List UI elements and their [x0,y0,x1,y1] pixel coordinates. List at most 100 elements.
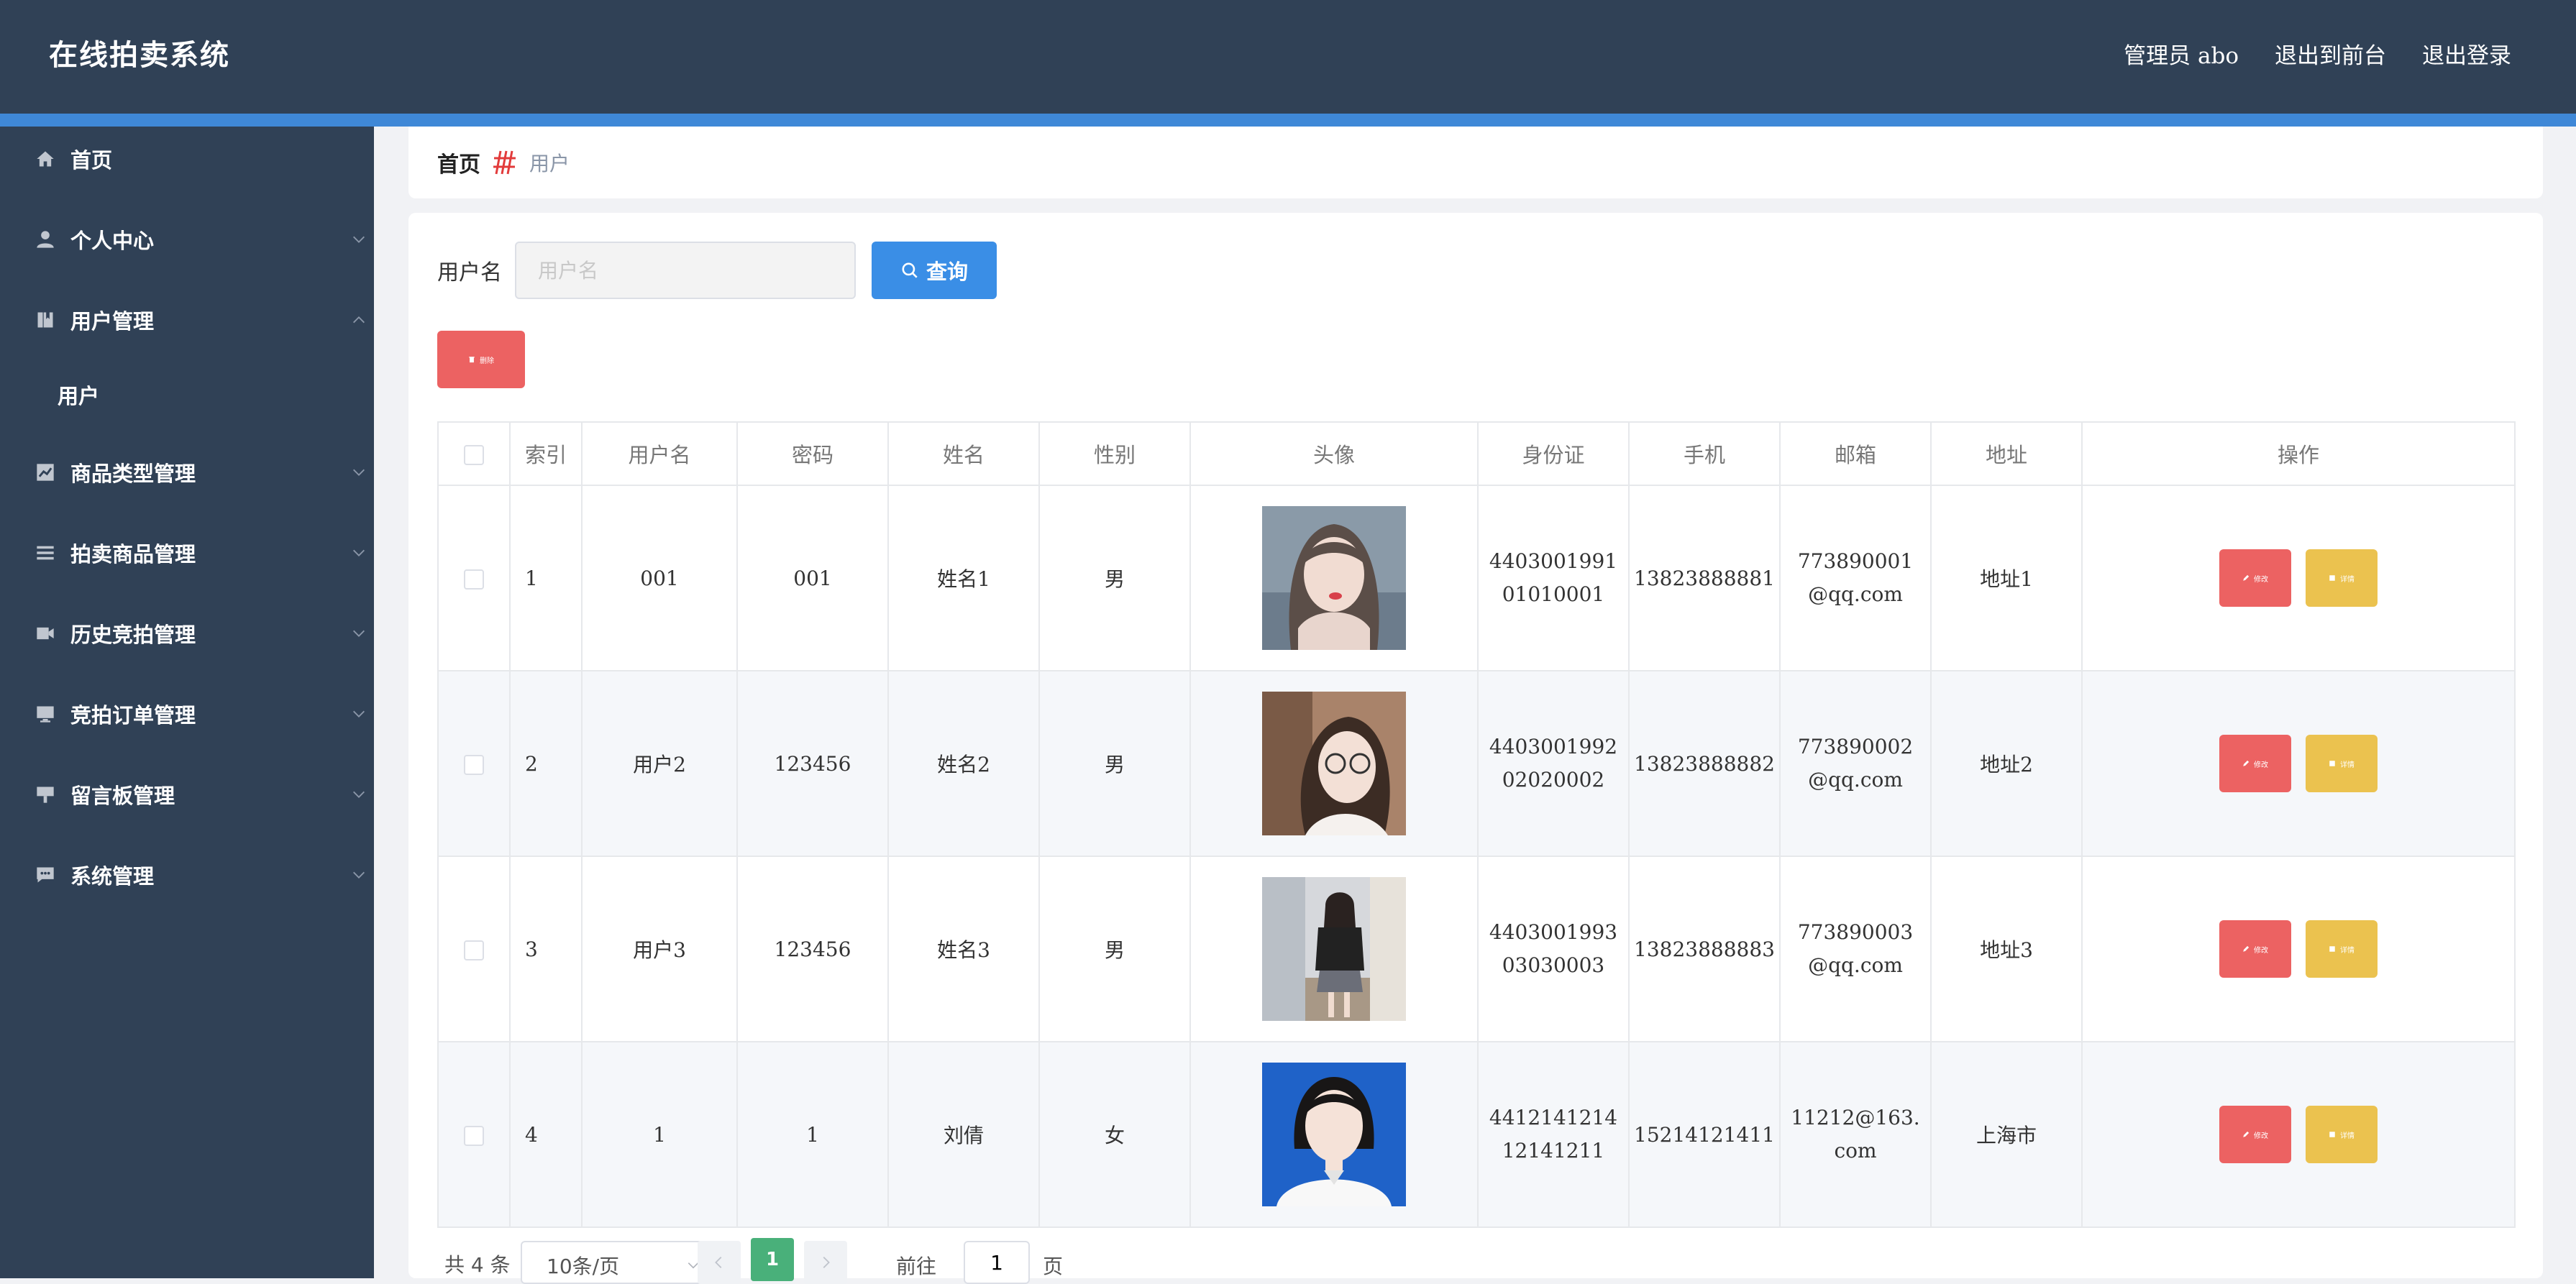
search-icon [902,262,918,278]
pagination: 共 4 条 10条/页 1 前往 页 [437,1238,1300,1284]
row-select-cell[interactable] [437,670,511,857]
cell-password: 123456 [736,856,889,1042]
cell-avatar [1189,485,1479,671]
detail-button[interactable]: 详情 [2306,920,2378,978]
breadcrumb: 首页 用户 [408,127,2543,198]
home-icon [35,148,56,170]
row-checkbox[interactable] [464,1126,484,1146]
cell-actions: 修改 详情 [2081,1041,2516,1228]
detail-button-label: 详情 [2340,946,2355,955]
sidebar-item-personal-center[interactable]: 个人中心 [0,207,374,272]
cell-email: 773890001@qq.com [1779,485,1932,671]
cell-username: 1 [581,1041,738,1228]
sidebar-item-bid-history-management[interactable]: 历史竞拍管理 [0,601,374,666]
select-all-checkbox[interactable] [464,445,484,465]
chart-icon [35,462,56,483]
column-header: 索引 [509,421,583,486]
admin-user-label[interactable]: 管理员 abo [2124,37,2239,70]
delete-icon [469,357,475,363]
cell-username: 用户3 [581,856,738,1042]
column-header: 地址 [1930,421,2083,486]
cell-email: 773890003@qq.com [1779,856,1932,1042]
breadcrumb-home[interactable]: 首页 [437,147,480,178]
row-checkbox[interactable] [464,940,484,960]
detail-button[interactable]: 详情 [2306,549,2378,607]
detail-button[interactable]: 详情 [2306,1106,2378,1163]
avatar [1262,1063,1406,1206]
cell-address: 地址2 [1930,670,2083,857]
column-header: 操作 [2081,421,2516,486]
row-select-cell[interactable] [437,856,511,1042]
cell-phone: 15214121411 [1628,1041,1781,1228]
sidebar-item-home[interactable]: 首页 [0,127,374,191]
cell-password: 001 [736,485,889,671]
header-accent-line [0,114,2576,127]
page-number-current[interactable]: 1 [751,1238,794,1281]
row-select-cell[interactable] [437,485,511,671]
query-button[interactable]: 查询 [872,242,997,299]
edit-button-label: 修改 [2254,946,2268,955]
cell-name: 姓名2 [887,670,1040,857]
bookmark-icon [35,309,56,331]
list-icon [35,542,56,564]
users-table: 索引 用户名 密码 姓名 性别 头像 身份证 手机 邮箱 地址 操作 1 001… [437,421,2516,1228]
sidebar-item-product-type-management[interactable]: 商品类型管理 [0,440,374,505]
cell-name: 姓名1 [887,485,1040,671]
monitor-icon [35,703,56,725]
logout-link[interactable]: 退出登录 [2422,37,2511,70]
cell-avatar [1189,856,1479,1042]
column-header: 姓名 [887,421,1040,486]
cell-email: 11212@163.com [1779,1041,1932,1228]
sidebar-item-user-management[interactable]: 用户管理 [0,288,374,352]
detail-button[interactable]: 详情 [2306,735,2378,792]
page-size-select[interactable]: 10条/页 [521,1241,712,1284]
username-search-input[interactable] [515,242,856,299]
sidebar-item-label: 首页 [70,148,113,173]
select-all-header[interactable] [437,421,511,486]
batch-delete-button[interactable]: 删除 [437,331,525,388]
detail-button-label: 详情 [2340,575,2355,584]
sidebar-item-label: 用户管理 [70,309,155,334]
sidebar-item-auction-product-management[interactable]: 拍卖商品管理 [0,521,374,585]
cell-phone: 13823888883 [1628,856,1781,1042]
detail-icon [2329,761,2335,766]
detail-button-label: 详情 [2340,1132,2355,1140]
table-row: 4 1 1 刘倩 女 441214121412141211 1521412141… [437,1041,2516,1228]
sidebar: 首页 个人中心 用户管理 用户 商品类型管理 拍卖商品管理 历史竞拍管理 竞拍订… [0,127,374,1278]
row-checkbox[interactable] [464,569,484,590]
cell-gender: 女 [1038,1041,1191,1228]
edit-button[interactable]: 修改 [2219,549,2291,607]
sidebar-subitem-users[interactable]: 用户 [0,362,374,427]
sidebar-item-label: 历史竞拍管理 [70,623,196,647]
avatar [1262,506,1406,650]
sidebar-item-label: 个人中心 [70,229,155,253]
film-icon [35,623,56,644]
sidebar-item-system-management[interactable]: 系统管理 [0,843,374,907]
username-search-label: 用户名 [437,260,502,285]
batch-delete-label: 删除 [480,357,494,365]
edit-button[interactable]: 修改 [2219,735,2291,792]
exit-to-front-link[interactable]: 退出到前台 [2275,37,2386,70]
main-content: 用户名 查询 删除 索引 用户名 密码 姓名 性别 头像 身份证 手机 邮箱 [408,213,2543,1284]
top-header: 在线拍卖系统 管理员 abo 退出到前台 退出登录 [0,0,2576,114]
cell-gender: 男 [1038,485,1191,671]
prev-page-button[interactable] [698,1241,741,1284]
sidebar-item-message-board-management[interactable]: 留言板管理 [0,762,374,827]
cell-id-card: 441214121412141211 [1477,1041,1630,1228]
row-select-cell[interactable] [437,1041,511,1228]
column-header: 身份证 [1477,421,1630,486]
edit-button[interactable]: 修改 [2219,1106,2291,1163]
detail-icon [2329,946,2335,952]
goto-page-input[interactable] [964,1241,1030,1284]
edit-button[interactable]: 修改 [2219,920,2291,978]
cell-id-card: 440300199202020002 [1477,670,1630,857]
goto-label: 前往 [896,1255,937,1278]
detail-icon [2329,1132,2335,1137]
sidebar-item-bid-order-management[interactable]: 竞拍订单管理 [0,682,374,746]
row-checkbox[interactable] [464,755,484,775]
table-header-row: 索引 用户名 密码 姓名 性别 头像 身份证 手机 邮箱 地址 操作 [437,421,2516,486]
cell-email: 773890002@qq.com [1779,670,1932,857]
column-header: 邮箱 [1779,421,1932,486]
next-page-button[interactable] [804,1241,847,1284]
column-header: 性别 [1038,421,1191,486]
